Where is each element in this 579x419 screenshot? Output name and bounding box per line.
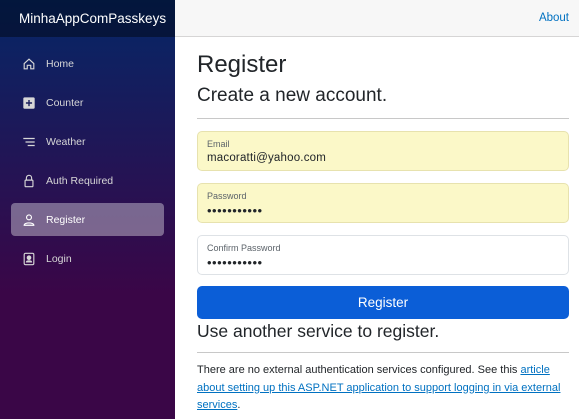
page-title: Register <box>197 51 287 78</box>
brand-link[interactable]: MinhaAppComPasskeys <box>19 11 166 26</box>
sidebar-item-login[interactable]: Login <box>11 242 164 275</box>
confirm-password-field[interactable]: Confirm Password ••••••••••• <box>197 235 569 275</box>
password-field[interactable]: Password ••••••••••• <box>197 183 569 223</box>
person-badge-icon <box>22 252 36 266</box>
email-value: macoratti@yahoo.com <box>207 152 327 164</box>
sidebar-item-label: Counter <box>46 96 84 109</box>
external-services-title: Use another service to register. <box>197 321 440 341</box>
register-form: Register Create a new account. Email mac… <box>175 37 579 415</box>
sidebar-item-home[interactable]: Home <box>11 47 164 80</box>
sidebar-item-label: Login <box>46 252 72 265</box>
register-button[interactable]: Register <box>197 286 569 319</box>
external-services-info: There are no external authentication ser… <box>197 362 572 415</box>
password-label: Password <box>207 191 247 201</box>
info-suffix: . <box>237 399 241 411</box>
about-link[interactable]: About <box>539 12 569 24</box>
password-value: ••••••••••• <box>207 203 263 218</box>
top-bar: About <box>175 0 579 37</box>
plus-square-icon <box>22 96 36 110</box>
sidebar-item-label: Home <box>46 57 75 70</box>
sidebar-item-counter[interactable]: Counter <box>11 86 164 119</box>
info-prefix: There are no external authentication ser… <box>197 364 521 376</box>
sidebar-item-label: Register <box>46 213 86 226</box>
confirm-password-value: ••••••••••• <box>207 255 263 270</box>
nav-menu: Home Counter Weather Auth Required Regis… <box>0 37 175 275</box>
email-field[interactable]: Email macoratti@yahoo.com <box>197 131 569 171</box>
main-area: About Register Create a new account. Ema… <box>175 0 579 419</box>
person-icon <box>22 213 36 227</box>
email-label: Email <box>207 139 230 149</box>
sidebar-item-weather[interactable]: Weather <box>11 125 164 158</box>
divider <box>197 118 569 119</box>
list-icon <box>22 135 36 149</box>
app-root: MinhaAppComPasskeys Home Counter Weather <box>0 0 579 419</box>
sidebar: MinhaAppComPasskeys Home Counter Weather <box>0 0 175 419</box>
sidebar-item-auth-required[interactable]: Auth Required <box>11 164 164 197</box>
form-subtitle: Create a new account. <box>197 85 388 106</box>
house-icon <box>22 57 36 71</box>
sidebar-item-label: Auth Required <box>46 174 114 187</box>
brand-bar: MinhaAppComPasskeys <box>0 0 175 37</box>
lock-icon <box>22 174 36 188</box>
confirm-password-label: Confirm Password <box>207 243 281 253</box>
sidebar-item-label: Weather <box>46 135 86 148</box>
divider <box>197 352 569 353</box>
sidebar-item-register[interactable]: Register <box>11 203 164 236</box>
